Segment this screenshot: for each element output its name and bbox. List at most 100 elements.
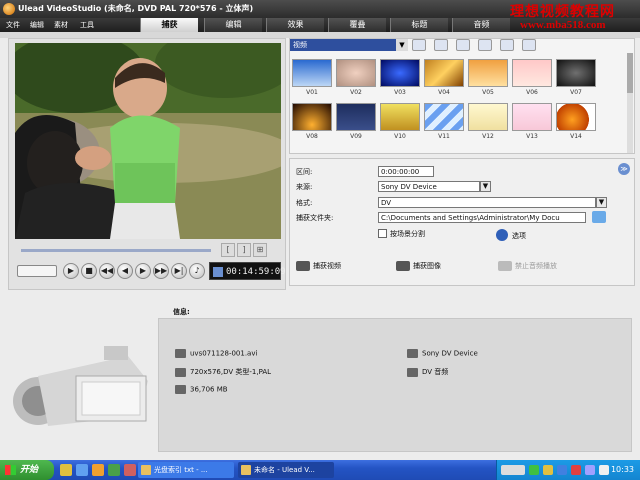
expand-down-icon[interactable] [522, 39, 536, 51]
split-by-scene-label: 按场景分割 [390, 230, 425, 238]
tray-icon[interactable] [557, 465, 567, 475]
thumb-label: V04 [438, 89, 450, 96]
split-icon[interactable] [434, 39, 448, 51]
source-select[interactable]: Sony DV Device [378, 181, 480, 192]
library-thumb[interactable] [512, 59, 552, 87]
tab-edit[interactable]: 编辑 [204, 18, 262, 32]
scroll-thumb[interactable] [627, 53, 633, 93]
capture-folder-label: 捕获文件夹: [296, 214, 334, 222]
nero-icon[interactable] [501, 465, 525, 475]
timecode-icon [213, 267, 223, 277]
mark-in-button[interactable]: [ [221, 243, 235, 257]
preview-panel: [ ] ⊞ ▶ ■ ◀◀ ◀ ▶ ▶▶ ▶| ♪ 00:14:59:09 [8, 38, 286, 290]
network-icon[interactable] [599, 465, 609, 475]
library-thumb[interactable] [380, 103, 420, 131]
library-thumb[interactable] [292, 59, 332, 87]
thumb-label: V01 [306, 89, 318, 96]
library-thumb[interactable] [292, 103, 332, 131]
disable-audio-button[interactable]: 禁止音频播放 [498, 261, 557, 271]
prev-frame-button[interactable]: ◀ [117, 263, 133, 279]
duration-field[interactable]: 0:00:00:00 [378, 166, 434, 177]
rewind-button[interactable]: ◀◀ [99, 263, 115, 279]
thumb-label: V14 [570, 133, 582, 140]
library-thumb[interactable] [424, 103, 464, 131]
fast-forward-button[interactable]: ▶▶ [153, 263, 169, 279]
collapse-icon[interactable]: ≫ [618, 163, 630, 175]
timeline-scrubber[interactable] [21, 249, 211, 252]
split-by-scene-checkbox[interactable] [378, 229, 387, 238]
library-manager-icon[interactable] [456, 39, 470, 51]
taskbar: 开始 光盘索引 txt - ... 未命名 - Ulead V... 10:33 [0, 460, 640, 480]
menu-clip[interactable]: 素材 [54, 20, 68, 30]
library-thumb[interactable] [336, 103, 376, 131]
quicklaunch-icon[interactable] [108, 464, 120, 476]
device-icon [407, 349, 418, 358]
chevron-down-icon[interactable]: ▼ [480, 181, 491, 192]
library-thumb[interactable] [468, 103, 508, 131]
quicklaunch-icon[interactable] [76, 464, 88, 476]
menu-edit[interactable]: 编辑 [30, 20, 44, 30]
chevron-down-icon[interactable]: ▼ [596, 197, 607, 208]
tray-icon[interactable] [543, 465, 553, 475]
options-icon[interactable] [496, 229, 508, 241]
thumb-label: V11 [438, 133, 450, 140]
duration-label: 区间: [296, 168, 313, 176]
library-category-select[interactable]: 视频 ▼ [290, 39, 408, 51]
library-thumb[interactable] [556, 103, 596, 131]
library-thumb[interactable] [468, 59, 508, 87]
library-thumb[interactable] [512, 103, 552, 131]
refresh-icon[interactable] [478, 39, 492, 51]
library-category-label: 视频 [293, 41, 307, 49]
tab-capture[interactable]: 捕获 [140, 18, 198, 32]
play-button[interactable]: ▶ [63, 263, 79, 279]
tab-audio[interactable]: 音频 [452, 18, 510, 32]
tray-icon[interactable] [529, 465, 539, 475]
videostudio-icon [241, 465, 251, 475]
quicklaunch-icon[interactable] [60, 464, 72, 476]
library-thumb[interactable] [556, 59, 596, 87]
volume-button[interactable]: ♪ [189, 263, 205, 279]
timecode-display[interactable]: 00:14:59:09 [209, 262, 286, 280]
mark-out-button[interactable]: ] [237, 243, 251, 257]
folder-browse-icon[interactable] [592, 211, 606, 223]
expand-icon[interactable]: ⊞ [253, 243, 267, 257]
info-filename-text: uvs071128-001.avi [190, 349, 258, 358]
quicklaunch-icon[interactable] [124, 464, 136, 476]
library-thumb[interactable] [380, 59, 420, 87]
library-thumb[interactable] [424, 59, 464, 87]
capture-video-label: 捕获视频 [313, 262, 341, 270]
start-button[interactable]: 开始 [0, 460, 54, 480]
capture-image-button[interactable]: 捕获图像 [396, 261, 441, 271]
jog-wheel[interactable] [17, 265, 57, 277]
library-panel: 视频 ▼ V01 V02 V03 V04 V05 V06 V07 V08 V09… [289, 38, 635, 154]
library-thumb[interactable] [336, 59, 376, 87]
speaker-icon[interactable] [585, 465, 595, 475]
menu-tools[interactable]: 工具 [80, 20, 94, 30]
stop-button[interactable]: ■ [81, 263, 97, 279]
quicklaunch-icon[interactable] [92, 464, 104, 476]
thumb-label: V06 [526, 89, 538, 96]
options-label[interactable]: 选项 [512, 231, 526, 241]
info-disk-space: 36,706 MB [175, 385, 228, 394]
format-label: 格式: [296, 199, 313, 207]
clock[interactable]: 10:33 [611, 460, 634, 480]
menu-file[interactable]: 文件 [6, 20, 20, 30]
next-frame-button[interactable]: ▶ [135, 263, 151, 279]
tab-overlay[interactable]: 覆叠 [328, 18, 386, 32]
delete-icon[interactable] [500, 39, 514, 51]
task-button-videostudio[interactable]: 未命名 - Ulead V... [238, 462, 334, 478]
library-scrollbar[interactable] [627, 53, 633, 153]
thumb-label: V05 [482, 89, 494, 96]
capture-folder-field[interactable]: C:\Documents and Settings\Administrator\… [378, 212, 586, 223]
capture-video-button[interactable]: 捕获视频 [296, 261, 341, 271]
window-title: Ulead VideoStudio (未命名, DVD PAL 720*576 … [18, 4, 254, 13]
end-button[interactable]: ▶| [171, 263, 187, 279]
app-icon [3, 3, 15, 15]
tray-icon[interactable] [571, 465, 581, 475]
thumb-label: V12 [482, 133, 494, 140]
open-folder-icon[interactable] [412, 39, 426, 51]
task-button-notepad[interactable]: 光盘索引 txt - ... [138, 462, 234, 478]
format-select[interactable]: DV [378, 197, 596, 208]
tab-title[interactable]: 标题 [390, 18, 448, 32]
tab-effect[interactable]: 效果 [266, 18, 324, 32]
